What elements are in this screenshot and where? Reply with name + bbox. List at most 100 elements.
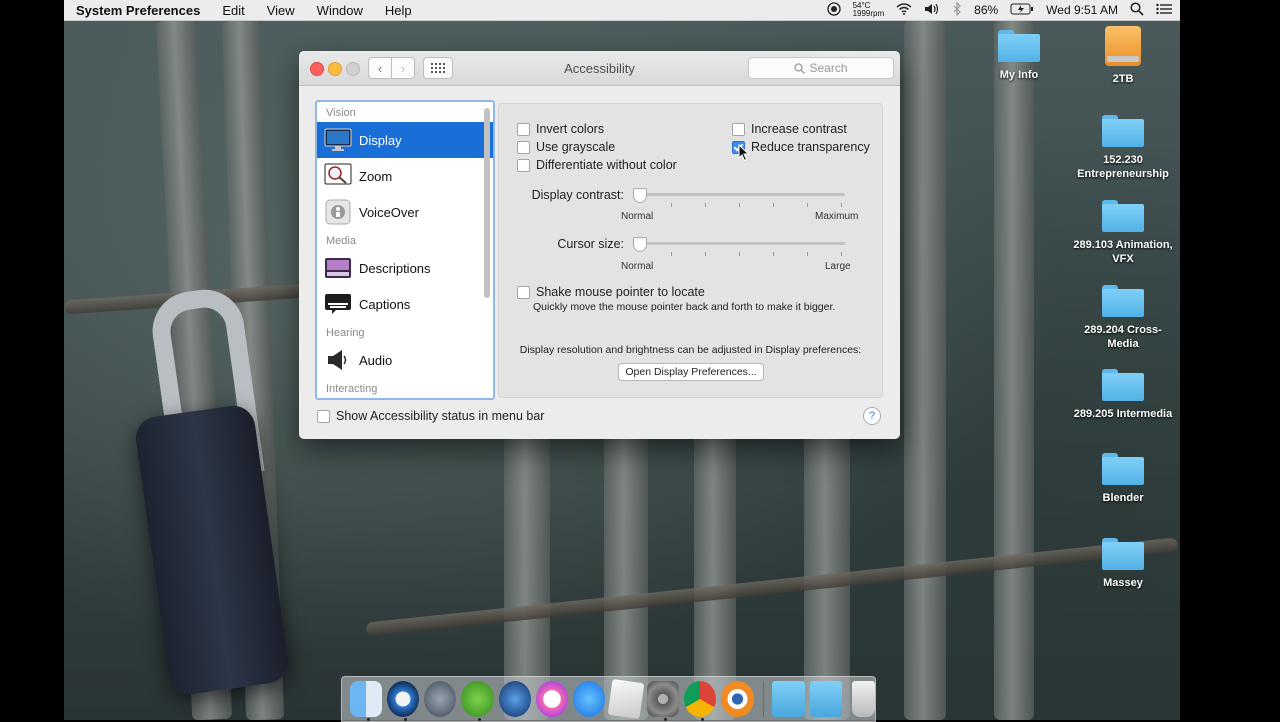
descriptions-icon: [324, 254, 352, 282]
desktop-icon-label: 152.230 Entrepreneurship: [1077, 154, 1169, 180]
checkbox-label: Differentiate without color: [536, 158, 677, 172]
sidebar-item-audio[interactable]: Audio: [317, 342, 493, 378]
menu-app-name[interactable]: System Preferences: [76, 3, 200, 18]
app-store-icon[interactable]: [572, 681, 605, 717]
invert-colors-checkbox[interactable]: Invert colors: [517, 122, 604, 136]
category-list[interactable]: Vision Display Zoom VoiceOver Media Desc…: [315, 100, 495, 400]
desktop-icon-label: My Info: [999, 69, 1039, 81]
slider-tick: [807, 203, 808, 207]
desktop-folder-massey[interactable]: Massey: [1073, 538, 1173, 590]
itunes-icon[interactable]: [535, 681, 568, 717]
menu-clock[interactable]: Wed 9:51 AM: [1046, 3, 1118, 17]
help-button[interactable]: ?: [863, 407, 881, 425]
checkbox-box: [732, 122, 745, 136]
preview-icon[interactable]: [607, 678, 645, 720]
captions-icon: [324, 290, 352, 318]
cursor-min-label: Normal: [621, 261, 654, 272]
sidebar-item-captions[interactable]: Captions: [317, 286, 493, 322]
spotlight-search-icon[interactable]: [1130, 1, 1144, 19]
utorrent-icon[interactable]: [461, 681, 494, 721]
hard-drive-icon: [1105, 26, 1141, 66]
desktop-folder-my-info[interactable]: My Info: [969, 30, 1069, 82]
folder-icon: [1102, 453, 1144, 485]
slider-tick: [705, 252, 706, 256]
quicktime-player-icon[interactable]: [498, 681, 531, 717]
slider-tick: [671, 252, 672, 256]
desktop-folder-intermedia[interactable]: 289.205 Intermedia: [1073, 369, 1173, 421]
slider-tick: [841, 252, 842, 256]
temperature-readout[interactable]: 54°C 1999rpm: [853, 2, 885, 18]
launchpad-icon[interactable]: [424, 681, 457, 717]
display-contrast-track[interactable]: [635, 193, 845, 196]
quicktime-icon[interactable]: [387, 681, 420, 721]
sidebar-item-label: Descriptions: [359, 260, 431, 276]
use-grayscale-checkbox[interactable]: Use grayscale: [517, 140, 615, 154]
sidebar-item-voiceover[interactable]: VoiceOver: [317, 194, 493, 230]
folder-icon: [1102, 115, 1144, 147]
wifi-icon[interactable]: [896, 2, 912, 18]
slider-tick: [671, 203, 672, 207]
checkbox-box: [517, 158, 530, 172]
checkbox-label: Shake mouse pointer to locate: [536, 285, 705, 299]
increase-contrast-checkbox[interactable]: Increase contrast: [732, 122, 847, 136]
slider-tick: [841, 203, 842, 207]
letterbox-left: [0, 0, 64, 720]
desktop-icon-label: 2TB: [1112, 73, 1134, 85]
downloads-icon[interactable]: [809, 681, 842, 717]
cursor-size-knob[interactable]: [633, 237, 647, 252]
display-resolution-note: Display resolution and brightness can be…: [519, 344, 862, 356]
checkbox-box: [517, 140, 530, 154]
sidebar-scrollbar[interactable]: [484, 108, 490, 298]
chrome-icon[interactable]: [684, 681, 717, 721]
shake-pointer-checkbox[interactable]: Shake mouse pointer to locate: [517, 285, 705, 299]
battery-charging-icon[interactable]: [1010, 3, 1034, 18]
folder-icon: [998, 30, 1040, 62]
blender-icon[interactable]: [721, 681, 754, 717]
desktop-folder-cross-media[interactable]: 289.204 Cross-Media: [1073, 285, 1173, 351]
open-display-preferences-button[interactable]: Open Display Preferences...: [618, 363, 764, 381]
slider-tick: [773, 252, 774, 256]
voiceover-icon: [324, 198, 352, 226]
sidebar-item-label: VoiceOver: [359, 204, 419, 220]
volume-icon[interactable]: [924, 3, 940, 18]
sidebar-item-label: Captions: [359, 296, 411, 312]
battery-percent[interactable]: 86%: [974, 3, 998, 17]
cursor-max-label: Large: [825, 261, 851, 272]
sidebar-item-display[interactable]: Display: [317, 122, 493, 158]
desktop-folder-blender[interactable]: Blender: [1073, 453, 1173, 505]
desktop-folder-entrepreneurship[interactable]: 152.230 Entrepreneurship: [1073, 115, 1173, 181]
folder-icon: [1102, 369, 1144, 401]
bluetooth-icon[interactable]: [952, 1, 962, 19]
accessibility-window: ‹ › Accessibility Search Vision Display: [299, 51, 900, 439]
cursor-size-track[interactable]: [635, 242, 845, 245]
trash-icon[interactable]: [851, 681, 875, 717]
sidebar-item-descriptions[interactable]: Descriptions: [317, 250, 493, 286]
menu-edit[interactable]: Edit: [222, 3, 244, 18]
record-icon[interactable]: [826, 1, 841, 19]
fan-rpm-value: 1999rpm: [852, 9, 885, 18]
desktop-drive-2tb[interactable]: 2TB: [1073, 26, 1173, 86]
show-accessibility-status-checkbox[interactable]: Show Accessibility status in menu bar: [317, 409, 544, 423]
shake-pointer-hint: Quickly move the mouse pointer back and …: [533, 301, 836, 313]
window-titlebar[interactable]: ‹ › Accessibility Search: [299, 51, 900, 86]
menu-window[interactable]: Window: [317, 3, 363, 18]
display-contrast-knob[interactable]: [633, 188, 647, 203]
folder-stack-icon[interactable]: [772, 681, 805, 717]
differentiate-without-color-checkbox[interactable]: Differentiate without color: [517, 158, 677, 172]
search-field[interactable]: Search: [748, 57, 894, 79]
slider-tick: [773, 203, 774, 207]
search-placeholder: Search: [809, 61, 848, 75]
menu-view[interactable]: View: [267, 3, 295, 18]
reduce-transparency-checkbox[interactable]: Reduce transparency: [732, 140, 870, 154]
finder-icon[interactable]: [350, 681, 383, 721]
slider-tick: [807, 252, 808, 256]
contrast-max-label: Maximum: [815, 211, 859, 222]
desktop-folder-animation-vfx[interactable]: 289.103 Animation, VFX: [1073, 200, 1173, 266]
fence-bar: [604, 400, 648, 720]
notification-center-icon[interactable]: [1156, 3, 1172, 18]
sidebar-item-zoom[interactable]: Zoom: [317, 158, 493, 194]
fence-bar: [904, 20, 946, 720]
dock: [341, 676, 876, 722]
menu-help[interactable]: Help: [385, 3, 412, 18]
system-preferences-icon[interactable]: [647, 681, 680, 721]
